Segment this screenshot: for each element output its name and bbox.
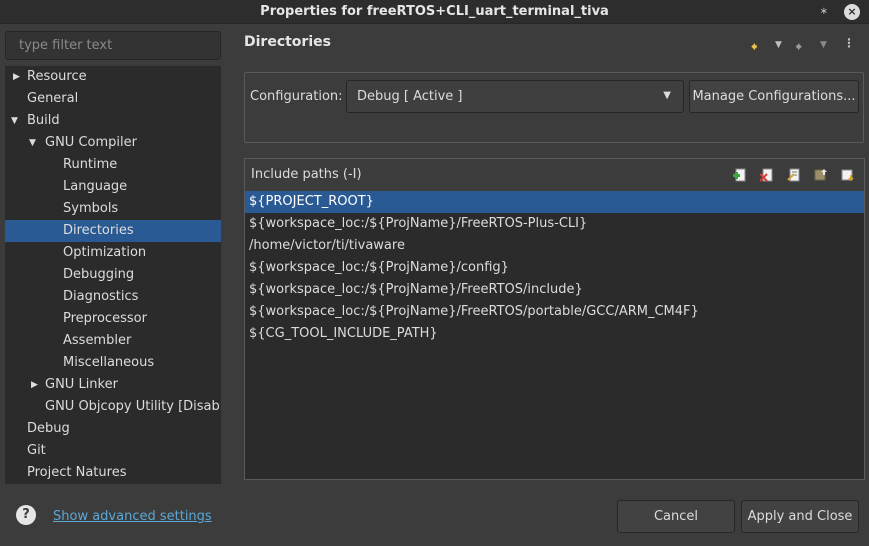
tree-item-label: Assembler: [63, 333, 132, 348]
tree-item-debugging[interactable]: Debugging: [5, 264, 221, 286]
tree-item-label: General: [27, 91, 79, 106]
move-up-icon[interactable]: [814, 168, 828, 182]
configuration-value: Debug [ Active ]: [357, 89, 463, 104]
tree-item-build[interactable]: ▼ Build: [5, 110, 221, 132]
tree-item-label: Miscellaneous: [63, 355, 155, 370]
tree-item-miscellaneous[interactable]: Miscellaneous: [5, 352, 221, 374]
tree-item-symbols[interactable]: Symbols: [5, 198, 221, 220]
tree-item-label: Directories: [63, 223, 134, 238]
collapse-arrow-icon[interactable]: ▼: [11, 110, 18, 132]
include-path-row[interactable]: ${workspace_loc:/${ProjName}/FreeRTOS/in…: [245, 279, 864, 301]
window-title: Properties for freeRTOS+CLI_uart_termina…: [260, 4, 609, 19]
include-path-row[interactable]: ${workspace_loc:/${ProjName}/FreeRTOS/po…: [245, 301, 864, 323]
tree-item-runtime[interactable]: Runtime: [5, 154, 221, 176]
filter-input[interactable]: type filter text: [5, 31, 221, 60]
delete-path-icon[interactable]: [760, 168, 774, 182]
move-down-icon[interactable]: [841, 168, 855, 182]
show-advanced-settings-link[interactable]: Show advanced settings: [53, 509, 212, 524]
tree-item-label: Diagnostics: [63, 289, 139, 304]
include-path-row[interactable]: /home/victor/ti/tivaware: [245, 235, 864, 257]
tree-item-label: Symbols: [63, 201, 119, 216]
tree-item-language[interactable]: Language: [5, 176, 221, 198]
help-icon[interactable]: ?: [16, 505, 36, 525]
add-path-icon[interactable]: [733, 168, 747, 182]
tree-item-label: GNU Compiler: [45, 135, 137, 150]
tree-item-project-natures[interactable]: Project Natures: [5, 462, 221, 484]
tree-item-gnu-objcopy[interactable]: GNU Objcopy Utility [Disabled]: [5, 396, 221, 418]
tree-item-gnu-compiler[interactable]: ▼ GNU Compiler: [5, 132, 221, 154]
page-title: Directories: [244, 34, 331, 50]
tree-item-resource[interactable]: ▶ Resource: [5, 66, 221, 88]
tree-item-optimization[interactable]: Optimization: [5, 242, 221, 264]
tree-item-label: Build: [27, 113, 60, 128]
tree-item-label: Debug: [27, 421, 70, 436]
title-bar: Properties for freeRTOS+CLI_uart_termina…: [0, 0, 869, 24]
tree-item-label: Runtime: [63, 157, 118, 172]
expand-arrow-icon[interactable]: ▶: [31, 374, 38, 396]
include-path-row[interactable]: ${PROJECT_ROOT}: [245, 191, 864, 213]
edit-path-icon[interactable]: [787, 168, 801, 182]
tree-item-label: Optimization: [63, 245, 147, 260]
expand-arrow-icon[interactable]: ▶: [13, 66, 20, 88]
apply-and-close-button[interactable]: Apply and Close: [741, 500, 859, 533]
configuration-label: Configuration:: [250, 89, 343, 104]
chevron-down-icon: ▼: [663, 90, 671, 101]
category-tree: ▶ Resource General ▼ Build ▼ GNU Compile…: [5, 66, 221, 484]
include-path-row[interactable]: ${CG_TOOL_INCLUDE_PATH}: [245, 323, 864, 345]
forward-history-dropdown-icon[interactable]: ▼: [820, 40, 827, 50]
tree-item-diagnostics[interactable]: Diagnostics: [5, 286, 221, 308]
tree-item-label: GNU Objcopy Utility [Disabled]: [45, 399, 221, 414]
tree-item-label: Language: [63, 179, 128, 194]
manage-configurations-button[interactable]: Manage Configurations...: [689, 80, 859, 113]
include-path-row[interactable]: ${workspace_loc:/${ProjName}/config}: [245, 257, 864, 279]
tree-item-gnu-linker[interactable]: ▶ GNU Linker: [5, 374, 221, 396]
cancel-button[interactable]: Cancel: [617, 500, 735, 533]
minimize-button[interactable]: ∗: [817, 5, 831, 19]
back-arrow-icon[interactable]: 🠸: [751, 38, 757, 59]
collapse-arrow-icon[interactable]: ▼: [29, 132, 36, 154]
include-path-row[interactable]: ${workspace_loc:/${ProjName}/FreeRTOS-Pl…: [245, 213, 864, 235]
tree-item-label: Preprocessor: [63, 311, 147, 326]
include-paths-title: Include paths (-I): [251, 167, 362, 182]
tree-item-general[interactable]: General: [5, 88, 221, 110]
tree-item-label: Debugging: [63, 267, 135, 282]
tree-item-label: Resource: [27, 69, 87, 84]
tree-item-preprocessor[interactable]: Preprocessor: [5, 308, 221, 330]
tree-item-debug[interactable]: Debug: [5, 418, 221, 440]
close-button[interactable]: ×: [844, 4, 860, 20]
view-menu-icon[interactable]: ⋮: [843, 36, 855, 50]
forward-arrow-icon[interactable]: 🠺: [796, 38, 802, 59]
tree-item-label: GNU Linker: [45, 377, 118, 392]
tree-item-label: Project Natures: [27, 465, 127, 480]
tree-item-directories[interactable]: Directories: [5, 220, 221, 242]
tree-item-assembler[interactable]: Assembler: [5, 330, 221, 352]
tree-item-git[interactable]: Git: [5, 440, 221, 462]
back-history-dropdown-icon[interactable]: ▼: [775, 40, 782, 50]
configuration-select[interactable]: Debug [ Active ] ▼: [346, 80, 684, 113]
tree-item-label: Git: [27, 443, 46, 458]
